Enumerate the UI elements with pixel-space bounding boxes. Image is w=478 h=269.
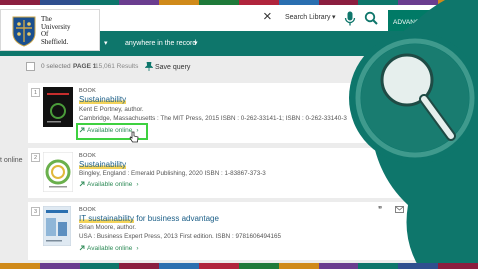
- result-title[interactable]: IT sustainability for business advantage: [79, 214, 219, 223]
- title-highlight: Sustainability: [79, 160, 127, 169]
- result-number: 1: [31, 88, 40, 97]
- search-field-select[interactable]: anywhere in the record: [125, 40, 196, 47]
- microphone-icon[interactable]: [344, 11, 356, 27]
- logo-wordmark: The University Of Sheffield.: [41, 15, 71, 46]
- result-publisher: Bingley, England : Emerald Publishing, 2…: [79, 170, 266, 177]
- crest-icon: [12, 16, 36, 47]
- facet-fragment[interactable]: t online: [0, 157, 23, 164]
- resource-type: BOOK: [79, 153, 97, 159]
- results-count: 15,061 Results: [95, 63, 139, 70]
- chevron-down-icon[interactable]: ▾: [104, 39, 108, 47]
- university-logo[interactable]: The University Of Sheffield.: [0, 9, 100, 51]
- availability-label: Available online: [87, 181, 133, 188]
- title-highlight: Sustainability: [79, 95, 127, 104]
- select-all-checkbox[interactable]: [26, 62, 35, 71]
- availability-link[interactable]: Available online ›: [79, 181, 139, 188]
- result-number: 3: [31, 207, 40, 216]
- book-cover-image[interactable]: [43, 206, 71, 246]
- strip-segment: [238, 263, 279, 269]
- strip-segment: [39, 263, 80, 269]
- result-publisher: USA : Business Expert Press, 2013 First …: [79, 233, 281, 240]
- chevron-down-icon[interactable]: ▾: [332, 13, 336, 21]
- strip-segment: [79, 263, 120, 269]
- pin-icon: [144, 61, 154, 71]
- availability-link[interactable]: Available online ›: [79, 245, 139, 252]
- strip-segment: [0, 263, 40, 269]
- strip-segment: [398, 263, 439, 269]
- result-item[interactable]: 2 BOOK Sustainability Bingley, England :…: [28, 148, 420, 198]
- clear-search-icon[interactable]: ×: [263, 8, 272, 25]
- title-highlight: IT sustainability: [79, 214, 134, 223]
- chevron-right-icon: ›: [136, 181, 139, 188]
- result-publisher: Cambridge, Massachusetts : The MIT Press…: [79, 115, 347, 122]
- strip-segment: [159, 263, 200, 269]
- hand-cursor-icon: [129, 131, 139, 143]
- strip-segment: [278, 263, 319, 269]
- result-author: Kent E Portney, author.: [79, 106, 144, 113]
- result-item[interactable]: 1 BOOK Sustainability Kent E Portney, au…: [28, 83, 420, 143]
- title-rest: for business advantage: [134, 214, 219, 223]
- resource-type: BOOK: [79, 207, 97, 213]
- result-number: 2: [31, 153, 40, 162]
- save-query-button[interactable]: Save query: [144, 61, 191, 71]
- result-title[interactable]: Sustainability: [79, 160, 127, 169]
- result-author: Brian Moore, author.: [79, 224, 137, 231]
- email-icon[interactable]: [395, 206, 404, 213]
- result-title[interactable]: Sustainability: [79, 95, 127, 104]
- availability-label: Available online: [87, 245, 133, 252]
- citation-button[interactable]: ❞: [378, 205, 382, 214]
- save-query-label: Save query: [155, 64, 191, 71]
- book-cover-image[interactable]: [43, 152, 73, 192]
- link-icon: [79, 245, 85, 251]
- strip-segment: [119, 263, 160, 269]
- strip-segment: [318, 263, 359, 269]
- strip-segment: [438, 263, 478, 269]
- advanced-search-label: ADVANC: [393, 19, 420, 26]
- bottom-colour-strip: [0, 263, 478, 269]
- link-icon: [79, 181, 85, 187]
- strip-segment: [199, 263, 239, 269]
- selected-count: 0 selected: [41, 63, 71, 70]
- strip-segment: [358, 263, 399, 269]
- book-cover-image[interactable]: [43, 87, 73, 127]
- result-item[interactable]: 3 BOOK IT sustainability for business ad…: [28, 202, 420, 260]
- resource-type: BOOK: [79, 88, 97, 94]
- search-icon[interactable]: [364, 11, 378, 25]
- results-toolbar: 0 selected PAGE 1 15,061 Results Save qu…: [0, 56, 478, 78]
- search-scope-select[interactable]: Search Library: [285, 14, 331, 21]
- chevron-right-icon: ›: [136, 245, 139, 252]
- page-indicator: PAGE 1: [73, 63, 97, 70]
- logo-line: Sheffield.: [41, 37, 69, 46]
- chevron-down-icon[interactable]: ▾: [194, 39, 198, 47]
